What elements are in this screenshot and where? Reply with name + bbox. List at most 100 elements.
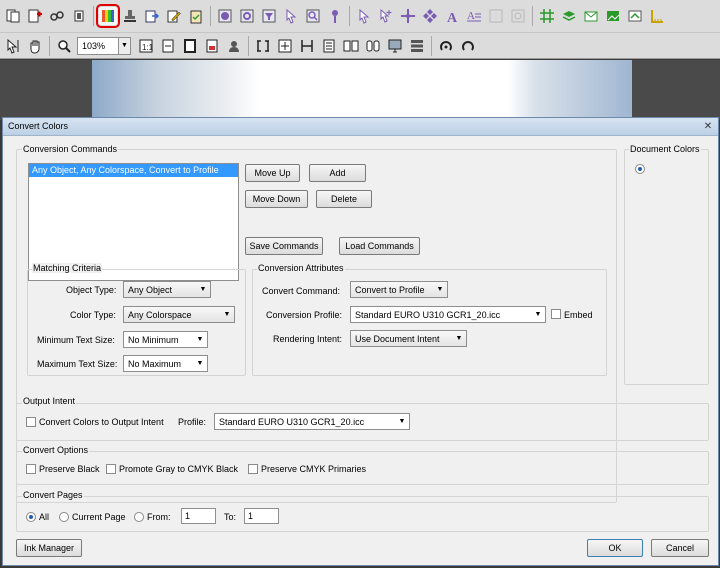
single-page-icon[interactable] (320, 37, 338, 55)
list-view-icon[interactable] (408, 37, 426, 55)
color-type-select[interactable]: Any Colorspace ▼ (123, 306, 235, 323)
toolbar-separator (248, 35, 249, 56)
cancel-button[interactable]: Cancel (651, 539, 709, 557)
convert-command-label: Convert Command: (262, 286, 341, 296)
crop-icon[interactable] (254, 37, 272, 55)
chevron-down-icon: ▼ (196, 360, 204, 367)
zoom-input[interactable]: 103% (77, 36, 119, 55)
chevron-down-icon: ▼ (196, 336, 204, 343)
svg-text:1:1: 1:1 (142, 43, 154, 52)
select-tool-icon[interactable] (4, 37, 22, 55)
output-profile-value: Standard EURO U310 GCR1_20.icc (219, 416, 365, 427)
rotate-right-icon[interactable] (459, 37, 477, 55)
select-plus-icon[interactable] (377, 7, 395, 25)
text-lines-icon[interactable]: A (465, 7, 483, 25)
document-color-radio[interactable] (635, 164, 645, 174)
toolbar-separator (349, 6, 350, 26)
pages-icon[interactable] (4, 7, 22, 25)
conversion-profile-select[interactable]: Standard EURO U310 GCR1_20.icc ▼ (350, 306, 546, 323)
settings-icon[interactable] (238, 7, 256, 25)
select-arrow-icon[interactable] (355, 7, 373, 25)
link-icon[interactable] (48, 7, 66, 25)
page-range-radio[interactable] (134, 512, 144, 522)
min-text-size-select[interactable]: No Minimum ▼ (123, 331, 208, 348)
load-commands-button[interactable]: Load Commands (339, 237, 420, 255)
move-up-button[interactable]: Move Up (245, 164, 300, 182)
image-icon[interactable] (604, 7, 622, 25)
close-icon[interactable]: ✕ (702, 121, 714, 132)
promote-gray-checkbox[interactable] (106, 464, 116, 474)
magnify-icon[interactable] (304, 7, 322, 25)
list-item[interactable]: Any Object, Any Colorspace, Convert to P… (29, 164, 238, 177)
hand-tool-icon[interactable] (26, 37, 44, 55)
monitor-icon[interactable] (386, 37, 404, 55)
document-page (92, 60, 632, 120)
dialog-titlebar[interactable]: Convert Colors ✕ (3, 118, 718, 136)
copy-icon[interactable] (70, 7, 88, 25)
svg-text:A: A (467, 10, 475, 22)
stamp-icon[interactable] (121, 7, 139, 25)
dropper-icon[interactable] (326, 7, 344, 25)
convert-command-value: Convert to Profile (355, 284, 425, 295)
ok-button[interactable]: OK (587, 539, 643, 557)
rendering-intent-select[interactable]: Use Document Intent ▼ (350, 330, 467, 347)
text-icon[interactable]: A (443, 7, 461, 25)
facing-pages-icon[interactable] (364, 37, 382, 55)
object-type-select[interactable]: Any Object ▼ (123, 281, 211, 298)
grid-icon[interactable] (538, 7, 556, 25)
clipboard-icon[interactable] (187, 7, 205, 25)
chevron-down-icon: ▼ (398, 418, 406, 425)
color-bar-icon[interactable] (626, 7, 644, 25)
ruler-icon[interactable] (648, 7, 666, 25)
convert-colors-icon[interactable] (96, 4, 120, 28)
move-icon[interactable] (399, 7, 417, 25)
pages-all-label: All (39, 512, 50, 522)
from-page-input[interactable]: 1 (181, 508, 216, 524)
two-page-icon[interactable] (342, 37, 360, 55)
to-page-input[interactable]: 1 (244, 508, 279, 524)
ink-manager-button[interactable]: Ink Manager (16, 539, 82, 557)
disabled-icon[interactable] (487, 7, 505, 25)
zoom-tool-icon[interactable] (55, 37, 73, 55)
embed-checkbox[interactable] (551, 309, 561, 319)
pointer-icon[interactable] (282, 7, 300, 25)
diamond-icon[interactable] (421, 7, 439, 25)
pages-all-radio[interactable] (26, 512, 36, 522)
fit-page-icon[interactable] (181, 37, 199, 55)
convert-colors-dialog: Convert Colors ✕ Conversion Commands Any… (2, 117, 719, 566)
convert-command-select[interactable]: Convert to Profile ▼ (350, 281, 448, 298)
object-type-value: Any Object (128, 284, 173, 295)
save-commands-button[interactable]: Save Commands (245, 237, 323, 255)
current-page-radio[interactable] (59, 512, 69, 522)
chevron-down-icon[interactable]: ▼ (119, 36, 131, 55)
export-icon[interactable] (143, 7, 161, 25)
h-bracket-icon[interactable] (298, 37, 316, 55)
max-text-size-select[interactable]: No Maximum ▼ (123, 355, 208, 372)
center-icon[interactable] (276, 37, 294, 55)
fit-width-icon[interactable] (159, 37, 177, 55)
preserve-black-checkbox[interactable] (26, 464, 36, 474)
user-icon[interactable] (225, 37, 243, 55)
delete-button[interactable]: Delete (316, 190, 372, 208)
filter-icon[interactable] (260, 7, 278, 25)
globe-icon[interactable] (216, 7, 234, 25)
insert-page-icon[interactable] (26, 7, 44, 25)
rendering-intent-value: Use Document Intent (355, 333, 440, 344)
move-down-button[interactable]: Move Down (245, 190, 308, 208)
add-button[interactable]: Add (309, 164, 366, 182)
disabled2-icon[interactable] (509, 7, 527, 25)
output-profile-select[interactable]: Standard EURO U310 GCR1_20.icc ▼ (214, 413, 410, 430)
current-page-label: Current Page (72, 512, 126, 522)
page-image-icon[interactable] (203, 37, 221, 55)
output-intent-label: Output Intent (22, 396, 77, 406)
convert-to-output-intent-checkbox[interactable] (26, 417, 36, 427)
min-text-size-label: Minimum Text Size: (37, 335, 115, 345)
rotate-left-icon[interactable] (437, 37, 455, 55)
layers-icon[interactable] (560, 7, 578, 25)
mail-icon[interactable] (582, 7, 600, 25)
edit-icon[interactable] (165, 7, 183, 25)
color-type-value: Any Colorspace (128, 309, 192, 320)
actual-size-icon[interactable]: 1:1 (137, 37, 155, 55)
preserve-cmyk-checkbox[interactable] (248, 464, 258, 474)
conversion-attributes-label: Conversion Attributes (257, 263, 345, 273)
